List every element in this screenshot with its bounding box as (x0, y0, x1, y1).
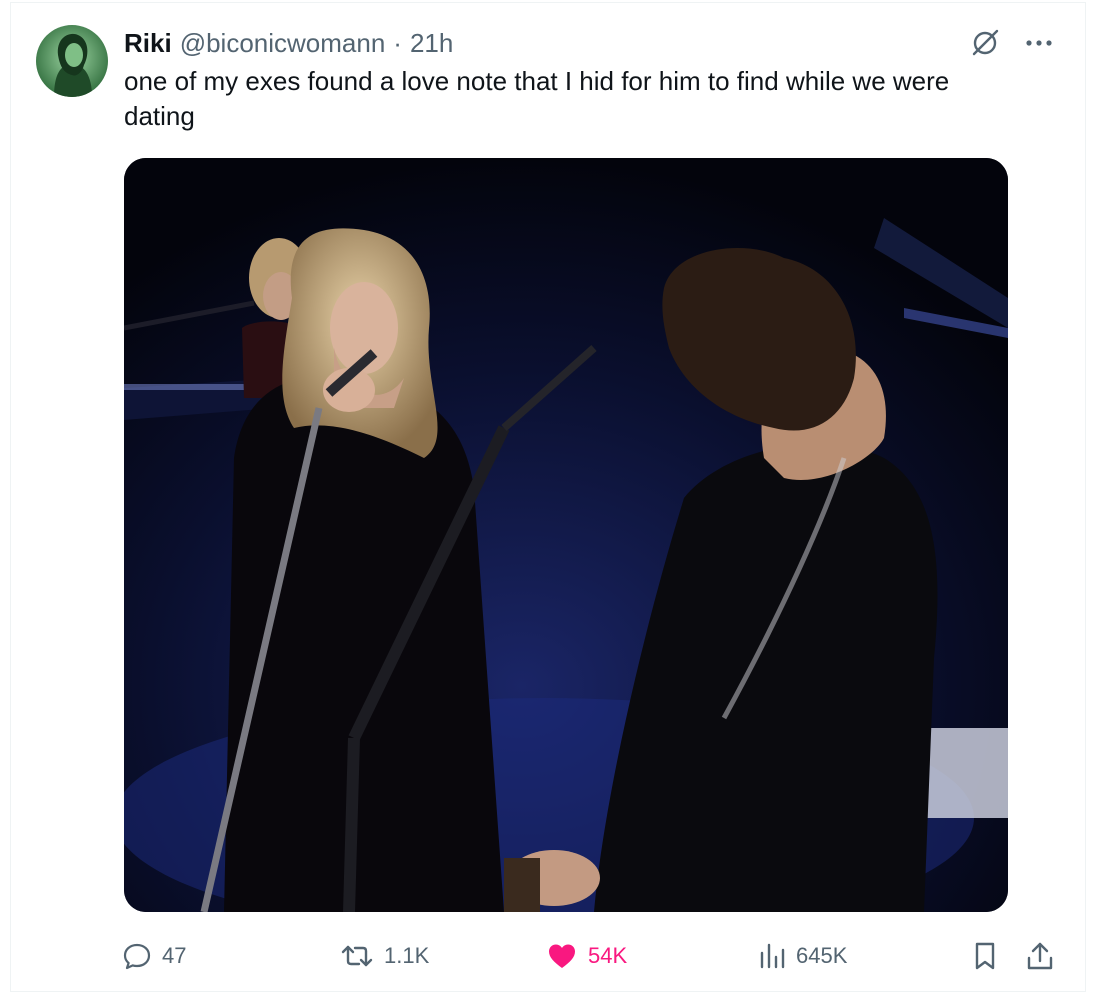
repost-button[interactable]: 1.1K (340, 936, 429, 976)
heart-icon (546, 941, 578, 971)
tweet-header: Riki @biconicwomann · 21h (124, 26, 453, 60)
bookmark-icon (972, 941, 998, 971)
timestamp[interactable]: 21h (410, 28, 453, 59)
grok-icon[interactable] (970, 28, 1000, 58)
reply-count: 47 (162, 943, 187, 968)
user-handle[interactable]: @biconicwomann (180, 28, 386, 59)
avatar[interactable] (36, 25, 108, 97)
views-icon (758, 941, 786, 971)
reply-button[interactable]: 47 (122, 936, 186, 976)
separator-dot: · (393, 27, 402, 58)
views-count: 645K (796, 943, 848, 968)
tweet-actions: 47 1.1K 54K 645K (122, 936, 1062, 976)
display-name[interactable]: Riki (124, 28, 172, 59)
tweet-media-image[interactable] (124, 158, 1008, 912)
repost-icon (340, 941, 374, 971)
like-count: 54K (588, 943, 628, 968)
views-button[interactable]: 645K (758, 936, 847, 976)
like-button[interactable]: 54K (546, 936, 627, 976)
repost-count: 1.1K (384, 943, 430, 968)
share-button[interactable] (1026, 936, 1054, 976)
more-icon[interactable] (1024, 38, 1054, 48)
reply-icon (122, 941, 152, 971)
share-icon (1026, 941, 1054, 971)
tweet-text: one of my exes found a love note that I … (124, 66, 950, 131)
bookmark-button[interactable] (972, 936, 998, 976)
tweet-top-actions (970, 28, 1054, 58)
